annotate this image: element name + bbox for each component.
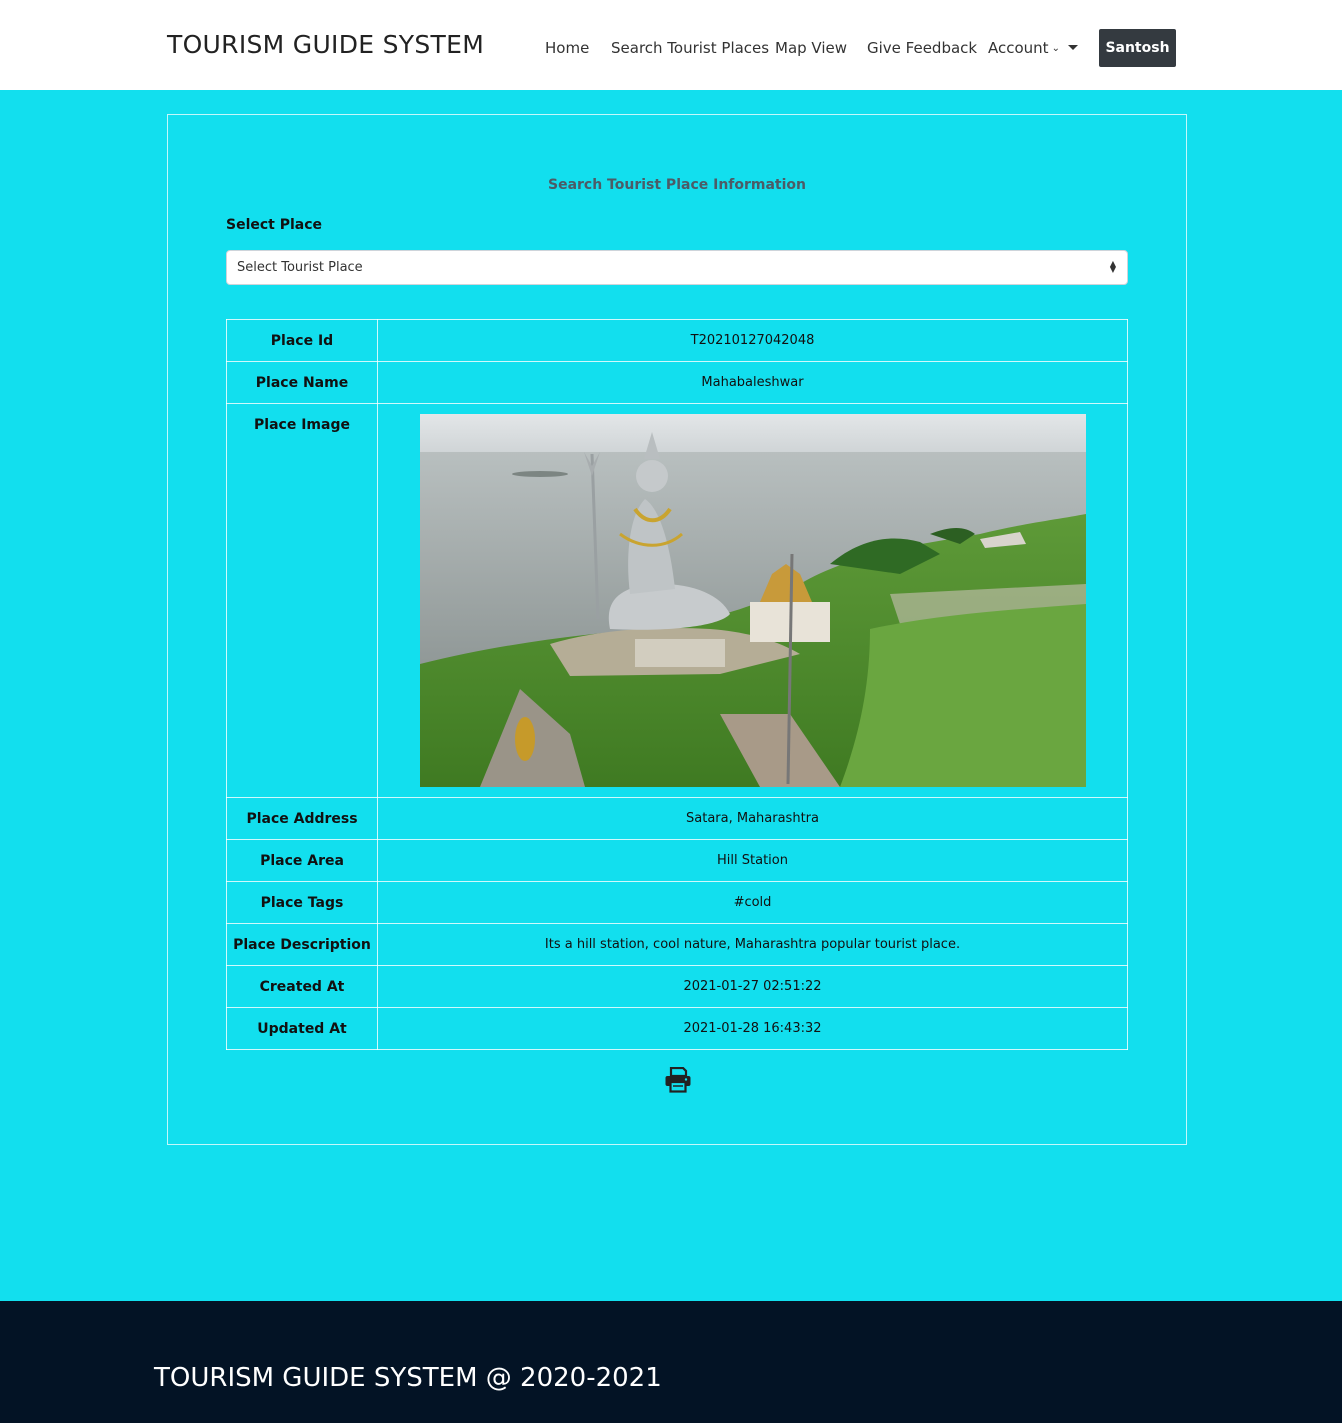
chevron-down-icon: ⌄ [1051,43,1060,54]
row-value: Satara, Maharashtra [377,797,1128,840]
tourist-place-select[interactable]: Select Tourist Place ▲ ▼ [226,250,1128,285]
nav-link-search-tourist-places[interactable]: Search Tourist Places [611,39,769,57]
row-key: Created At [226,965,378,1008]
table-row-created-at: Created At 2021-01-27 02:51:22 [226,965,1128,1008]
table-row-place-tags: Place Tags #cold [226,881,1128,924]
table-row-place-name: Place Name Mahabaleshwar [226,361,1128,404]
table-row-place-area: Place Area Hill Station [226,839,1128,882]
footer-text: TOURISM GUIDE SYSTEM @ 2020-2021 [154,1363,662,1393]
table-row-place-address: Place Address Satara, Maharashtra [226,797,1128,840]
row-value: 2021-01-27 02:51:22 [377,965,1128,1008]
row-key: Place Image [226,403,378,798]
row-key: Place Name [226,361,378,404]
place-photo-illustration [419,414,1086,787]
table-row-updated-at: Updated At 2021-01-28 16:43:32 [226,1007,1128,1050]
place-info-table: Place Id T20210127042048 Place Name Maha… [226,319,1128,1050]
row-key: Place Description [226,923,378,966]
select-place-label: Select Place [226,217,323,233]
navbar: TOURISM GUIDE SYSTEM Home Search Tourist… [0,0,1342,90]
row-key: Place Address [226,797,378,840]
account-label: Account [988,39,1049,57]
row-key: Place Id [226,319,378,362]
row-value: T20210127042048 [377,319,1128,362]
select-value: Select Tourist Place [237,260,363,275]
caret-down-icon [1067,45,1078,50]
row-value: Its a hill station, cool nature, Maharas… [377,923,1128,966]
table-row-place-description: Place Description Its a hill station, co… [226,923,1128,966]
row-key: Place Area [226,839,378,882]
nav-dropdown-account[interactable]: Account ⌄ [988,39,1078,57]
page-title: Search Tourist Place Information [547,177,807,193]
row-value: Hill Station [377,839,1128,882]
row-key: Updated At [226,1007,378,1050]
nav-link-home[interactable]: Home [545,39,589,57]
row-value: #cold [377,881,1128,924]
nav-link-give-feedback[interactable]: Give Feedback [867,39,977,57]
nav-link-map-view[interactable]: Map View [775,39,847,57]
print-icon[interactable] [664,1066,692,1093]
select-arrows-icon: ▲ ▼ [1109,259,1116,274]
brand-logo-text[interactable]: TOURISM GUIDE SYSTEM [167,30,484,59]
search-card: Search Tourist Place Information Select … [167,114,1187,1145]
footer: TOURISM GUIDE SYSTEM @ 2020-2021 [0,1301,1342,1423]
table-row-place-id: Place Id T20210127042048 [226,319,1128,362]
user-button[interactable]: Santosh [1099,29,1176,67]
row-key: Place Tags [226,881,378,924]
row-value: Mahabaleshwar [377,361,1128,404]
table-row-place-image: Place Image [226,403,1128,798]
row-value [377,403,1128,798]
row-value: 2021-01-28 16:43:32 [377,1007,1128,1050]
place-image [419,414,1086,787]
